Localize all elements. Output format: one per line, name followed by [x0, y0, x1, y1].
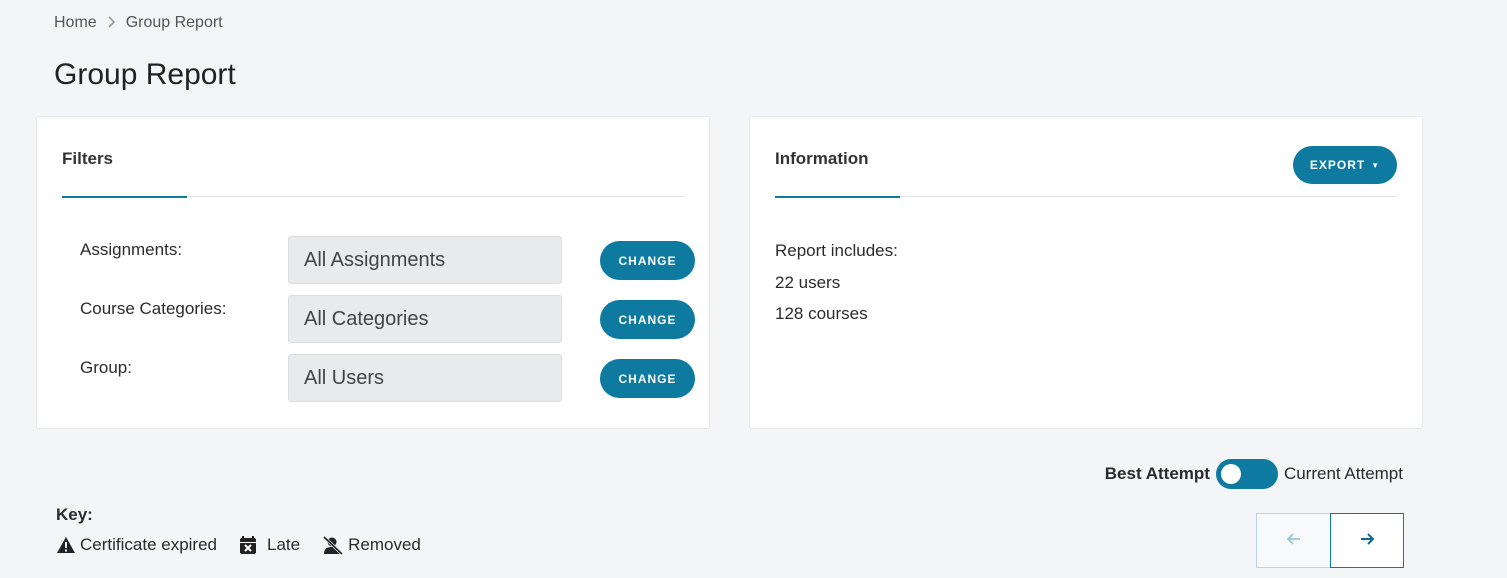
key-label: Certificate expired [80, 535, 218, 554]
tab-filters[interactable]: Filters [62, 149, 187, 198]
best-attempt-label: Best Attempt [1104, 464, 1210, 483]
key-item-removed: Removed [322, 535, 421, 555]
key-label: Late [267, 535, 301, 554]
group-field: All Users [288, 354, 562, 402]
chevron-right-icon [107, 15, 116, 31]
toggle-knob [1220, 464, 1241, 484]
tab-information[interactable]: Information [775, 149, 900, 198]
user-slash-icon [322, 535, 344, 555]
key-legend: Certificate expired Late Removed [56, 535, 421, 555]
previous-page-button[interactable] [1256, 513, 1330, 568]
calendar-x-icon [239, 535, 257, 555]
filters-card-header: Filters [62, 117, 684, 198]
filter-row-assignments: Assignments: All Assignments CHANGE [80, 236, 700, 284]
filter-label: Assignments: [80, 240, 183, 259]
export-button-label: EXPORT [1309, 158, 1366, 172]
pagination [1256, 513, 1404, 568]
users-count: 22 users [775, 273, 841, 292]
caret-down-icon: ▼ [1371, 160, 1381, 170]
courses-count: 128 courses [775, 304, 868, 323]
current-attempt-label: Current Attempt [1283, 464, 1403, 483]
change-group-button[interactable]: CHANGE [600, 359, 695, 398]
filter-label: Group: [80, 358, 132, 377]
attempt-toggle-switch[interactable] [1215, 459, 1278, 489]
filters-card: Filters Assignments: All Assignments CHA… [36, 116, 710, 429]
export-button[interactable]: EXPORT ▼ [1293, 146, 1397, 184]
change-assignments-button[interactable]: CHANGE [600, 241, 695, 280]
warning-icon [56, 536, 76, 554]
change-categories-button[interactable]: CHANGE [600, 300, 695, 339]
attempt-toggle-row: Best Attempt Current Attempt [1105, 459, 1403, 489]
information-card: Information EXPORT ▼ Report includes: 22… [749, 116, 1423, 429]
filter-row-categories: Course Categories: All Categories CHANGE [80, 295, 700, 343]
breadcrumb-home-link[interactable]: Home [54, 14, 97, 32]
page-title: Group Report [54, 58, 236, 91]
categories-field: All Categories [288, 295, 562, 343]
key-item-certificate-expired: Certificate expired [56, 535, 217, 555]
breadcrumb: Home Group Report [54, 14, 223, 32]
breadcrumb-current: Group Report [125, 14, 223, 31]
filter-row-group: Group: All Users CHANGE [80, 354, 700, 402]
key-title: Key: [56, 505, 93, 524]
filter-label: Course Categories: [80, 299, 227, 318]
arrow-left-icon [1286, 532, 1301, 550]
next-page-button[interactable] [1330, 513, 1404, 568]
assignments-field: All Assignments [288, 236, 562, 284]
key-item-late: Late [239, 535, 300, 555]
key-label: Removed [348, 535, 421, 554]
report-includes-label: Report includes: [775, 241, 898, 260]
arrow-right-icon [1360, 532, 1375, 550]
